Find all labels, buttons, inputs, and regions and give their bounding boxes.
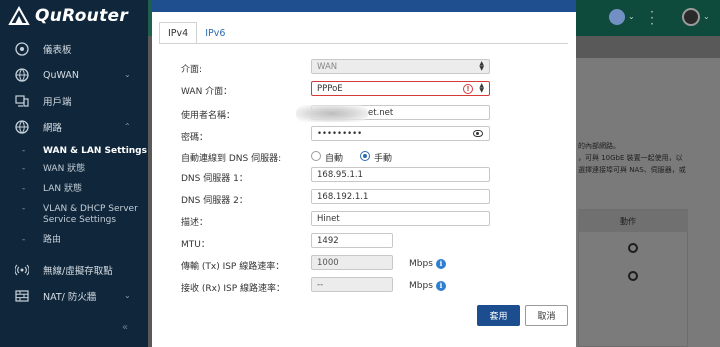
chevron-down-icon[interactable]: ⌄ <box>628 12 635 21</box>
sidebar-nav: 儀表板 QuWAN ⌄ 用戶端 網路 ⌃ - WAN & LAN Setting… <box>0 36 148 309</box>
sidebar-item-label: 無線/虛擬存取點 <box>43 266 113 277</box>
info-icon[interactable]: i <box>436 281 446 291</box>
sidebar-item-dashboard[interactable]: 儀表板 <box>0 36 148 62</box>
apply-button[interactable]: 套用 <box>477 305 520 326</box>
wan-interface-label: WAN 介面： <box>181 87 233 97</box>
dashboard-icon <box>14 41 30 57</box>
username-label: 使用者名稱： <box>181 111 236 121</box>
logo[interactable]: QuRouter <box>8 5 148 27</box>
collapse-sidebar-icon[interactable]: « <box>122 322 138 334</box>
sidebar-item-network[interactable]: 網路 ⌃ <box>0 114 148 140</box>
sidebar-item-label: 用戶端 <box>43 97 72 108</box>
select-arrows-icon: ▲ ▼ <box>479 82 484 94</box>
modal-header <box>152 0 576 12</box>
wireless-icon <box>14 262 30 278</box>
devices-icon <box>14 93 30 109</box>
sidebar-item-label: NAT/ 防火牆 <box>43 292 97 303</box>
table-header-action: 動作 <box>620 217 636 226</box>
mtu-input[interactable]: 1492 <box>311 233 393 248</box>
sidebar-subitem-routing[interactable]: - 路由 <box>0 235 148 257</box>
dns1-input[interactable]: 168.95.1.1 <box>311 167 490 182</box>
logo-text: QuRouter <box>35 6 129 26</box>
gear-icon[interactable] <box>628 271 638 281</box>
sidebar-subitem-vlan-dhcp[interactable]: - VLAN & DHCP Server Service Settings <box>0 204 148 235</box>
tab-ipv4[interactable]: IPv4 <box>159 22 198 44</box>
background-text: 選擇連接埠可與 NAS、伺服器，或 <box>578 166 686 174</box>
bullet-dash: - <box>22 146 26 156</box>
tx-rate-unit: Mbps <box>409 259 433 269</box>
error-icon: ! <box>463 84 473 94</box>
auto-dns-label: 自動連線到 DNS 伺服器: <box>181 154 282 164</box>
background-text: 的內部網路。 <box>578 142 620 150</box>
wan-interface-select[interactable]: PPPoE ! ▲ ▼ <box>311 81 490 96</box>
sidebar-item-wireless[interactable]: 無線/虛擬存取點 <box>0 257 148 283</box>
tab-divider <box>159 43 568 44</box>
rx-rate-unit: Mbps <box>409 281 433 291</box>
chevron-down-icon: ⌄ <box>124 291 131 300</box>
more-options-icon[interactable]: · · · <box>649 6 655 30</box>
redaction-blur <box>296 105 368 122</box>
cancel-button[interactable]: 取消 <box>525 305 568 326</box>
radio-manual[interactable] <box>360 151 370 161</box>
bullet-dash: - <box>22 184 26 194</box>
rx-rate-input[interactable]: -- <box>311 277 393 292</box>
bullet-dash: - <box>22 164 26 174</box>
gear-icon[interactable] <box>628 243 638 253</box>
dns2-input[interactable]: 168.192.1.1 <box>311 189 490 204</box>
sidebar-item-label: 網路 <box>43 123 63 134</box>
user-account-icon[interactable] <box>609 9 625 25</box>
radio-manual-label: 手動 <box>374 154 393 164</box>
bullet-dash: - <box>22 235 26 245</box>
sidebar-item-quwan[interactable]: QuWAN ⌄ <box>0 62 148 88</box>
avatar[interactable] <box>682 8 700 26</box>
tx-rate-label: 傳輸 (Tx) ISP 線路速率： <box>181 262 285 272</box>
chevron-down-icon: ⌄ <box>124 70 131 79</box>
interface-label: 介面: <box>181 65 203 75</box>
sidebar-item-nat-firewall[interactable]: NAT/ 防火牆 ⌄ <box>0 283 148 309</box>
info-icon[interactable]: i <box>436 259 446 269</box>
firewall-icon <box>14 288 30 304</box>
description-label: 描述： <box>181 218 209 228</box>
chevron-up-icon: ⌃ <box>124 122 131 131</box>
qnap-logo-icon <box>8 6 30 25</box>
tab-bar: IPv4 IPv6 <box>159 22 233 44</box>
tab-ipv6[interactable]: IPv6 <box>197 22 233 44</box>
tx-rate-input[interactable]: 1000 <box>311 255 393 270</box>
password-label: 密碼： <box>181 133 209 143</box>
sidebar-item-label: QuWAN <box>43 69 79 81</box>
select-arrows-icon: ▲ ▼ <box>479 60 484 72</box>
radio-auto[interactable] <box>311 151 321 161</box>
description-input[interactable]: Hinet <box>311 211 490 226</box>
radio-auto-label: 自動 <box>325 154 344 164</box>
rx-rate-label: 接收 (Rx) ISP 線路速率： <box>181 284 285 294</box>
chevron-down-icon[interactable]: ⌄ <box>703 12 710 21</box>
eye-icon[interactable] <box>473 130 483 137</box>
globe-icon <box>14 119 30 135</box>
interface-select[interactable]: WAN ▲ ▼ <box>311 59 490 74</box>
dns2-label: DNS 伺服器 2： <box>181 196 248 206</box>
background-text: ，可與 10GbE 裝置一起使用，以 <box>578 154 683 162</box>
sidebar-subitem-lan-status[interactable]: - LAN 狀態 <box>0 184 148 204</box>
sidebar: QuRouter 儀表板 QuWAN ⌄ 用戶端 網路 ⌃ - WAN & LA… <box>0 0 148 347</box>
password-input[interactable]: ••••••••• <box>311 126 490 141</box>
sidebar-subitem-wan-status[interactable]: - WAN 狀態 <box>0 164 148 184</box>
sidebar-item-label: 儀表板 <box>43 45 72 56</box>
sidebar-subitem-wan-lan-settings[interactable]: - WAN & LAN Settings <box>0 146 148 164</box>
globe-network-icon <box>14 67 30 83</box>
bullet-dash: - <box>22 204 26 214</box>
dns1-label: DNS 伺服器 1： <box>181 174 248 184</box>
mtu-label: MTU： <box>181 240 210 250</box>
sidebar-item-clients[interactable]: 用戶端 <box>0 88 148 114</box>
